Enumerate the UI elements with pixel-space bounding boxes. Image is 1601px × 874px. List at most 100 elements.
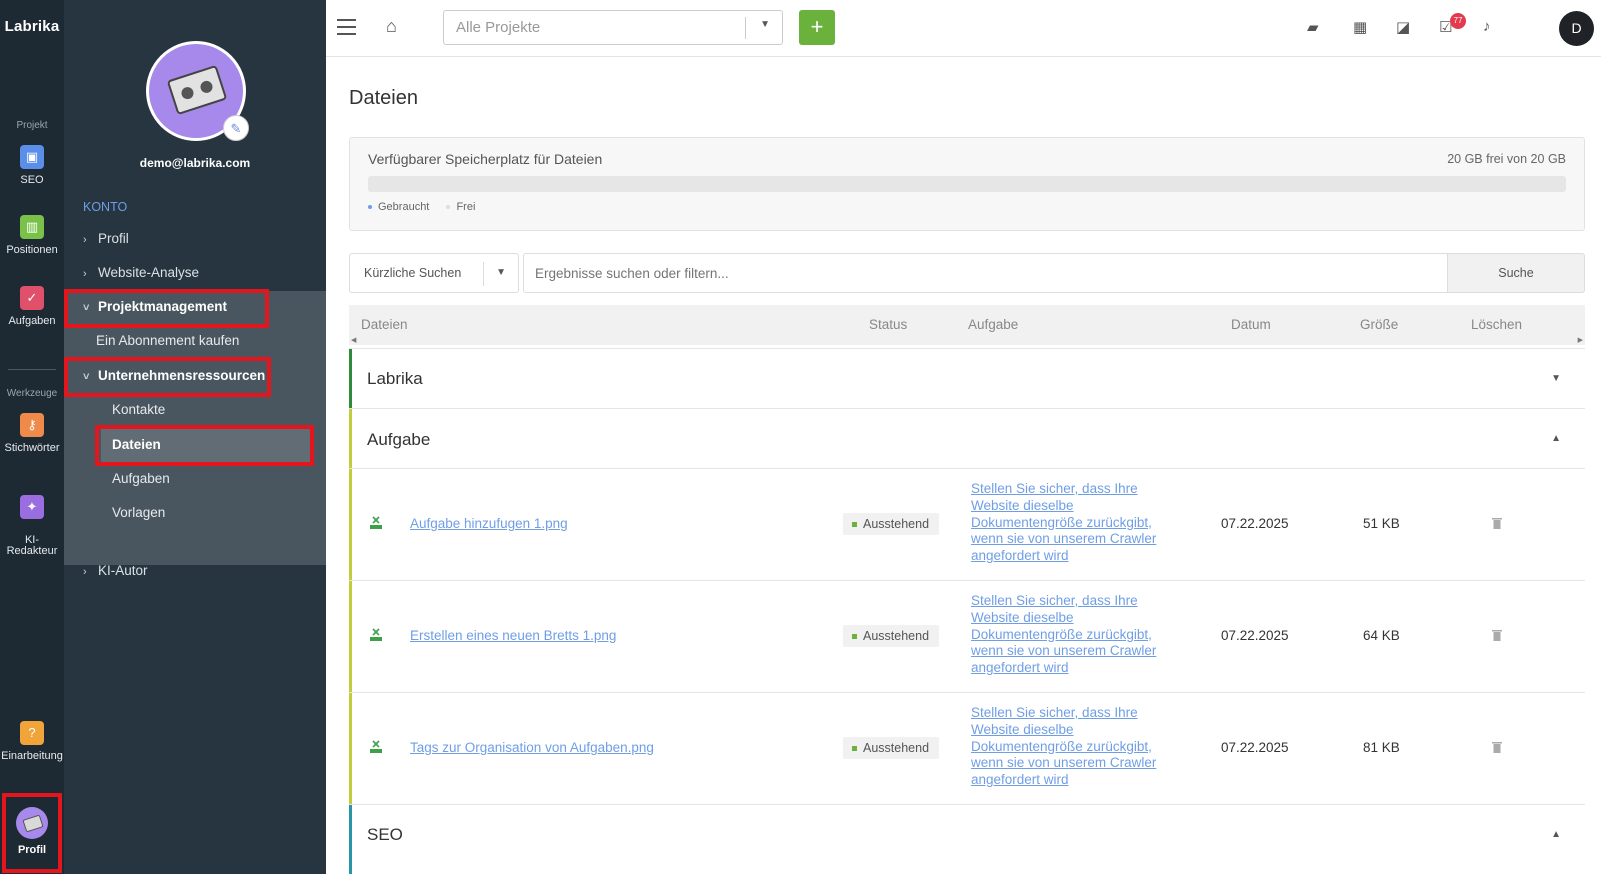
file-link[interactable]: Tags zur Organisation von Aufgaben.png bbox=[410, 740, 654, 755]
group-aufgabe[interactable]: Aufgabe ▲ bbox=[349, 408, 1585, 469]
search-row: Kürzliche Suchen ▼ Suche bbox=[349, 253, 1585, 293]
status-badge: Ausstehend bbox=[843, 625, 940, 647]
user-avatar[interactable]: D bbox=[1559, 11, 1594, 46]
table-row: Tags zur Organisation von Aufgaben.png A… bbox=[349, 692, 1585, 805]
file-link[interactable]: Aufgabe hinzufugen 1.png bbox=[410, 516, 568, 531]
user-email: demo@labrika.com bbox=[139, 156, 251, 170]
key-icon: ⚷ bbox=[20, 413, 44, 437]
legend-used-label: Gebraucht bbox=[378, 201, 430, 213]
search-input[interactable] bbox=[523, 253, 1447, 293]
rail-item-label: Aufgaben bbox=[8, 315, 56, 327]
scroll-right-icon[interactable]: ▶ bbox=[1578, 336, 1583, 344]
legend-free-label: Frei bbox=[456, 201, 476, 213]
file-date: 07.22.2025 bbox=[1221, 740, 1289, 755]
profile-avatar[interactable]: ✎ bbox=[146, 41, 249, 141]
file-size: 64 KB bbox=[1363, 628, 1400, 643]
rail-divider bbox=[8, 369, 56, 370]
bell-icon[interactable]: ♪ bbox=[1483, 18, 1491, 35]
sidebar-item-website-analyse[interactable]: › Website-Analyse bbox=[83, 265, 199, 280]
table-row: Erstellen eines neuen Bretts 1.png Ausst… bbox=[349, 580, 1585, 693]
column-header-size[interactable]: Größe bbox=[1360, 317, 1398, 332]
image-file-icon bbox=[370, 516, 382, 529]
sidebar-item-ki-autor[interactable]: › KI-Autor bbox=[83, 563, 148, 578]
icon-rail: Labrika Projekt ▣ SEO ▥ Positionen ✓ Auf… bbox=[0, 0, 64, 874]
highlight-projektmanagement bbox=[64, 289, 269, 328]
image-file-icon bbox=[370, 628, 382, 641]
account-sidebar: ✎ demo@labrika.com KONTO › Profil › Websit… bbox=[64, 0, 326, 874]
rail-item-ai-editor[interactable]: ✦ KI- Redakteur bbox=[0, 484, 64, 557]
status-badge: Ausstehend bbox=[843, 737, 940, 759]
group-color-bar bbox=[349, 349, 352, 409]
rail-item-label: SEO bbox=[20, 174, 44, 186]
sidebar-item-aufgaben[interactable]: Aufgaben bbox=[112, 471, 170, 486]
add-button[interactable]: + bbox=[799, 10, 835, 45]
chevron-down-icon: ▼ bbox=[760, 19, 770, 30]
sidebar-item-label: Website-Analyse bbox=[98, 265, 200, 280]
task-link[interactable]: Stellen Sie sicher, dass Ihre Website di… bbox=[971, 705, 1161, 789]
project-select[interactable]: Alle Projekte ▼ bbox=[443, 10, 783, 45]
column-header-date[interactable]: Datum bbox=[1231, 317, 1271, 332]
sidebar-item-vorlagen[interactable]: Vorlagen bbox=[112, 505, 165, 520]
chevron-up-icon[interactable]: ▲ bbox=[1551, 829, 1561, 840]
group-color-bar bbox=[349, 581, 352, 693]
chevron-up-icon[interactable]: ▲ bbox=[1551, 433, 1561, 444]
rail-item-keywords[interactable]: ⚷ Stichwörter bbox=[0, 413, 64, 454]
rail-item-positions[interactable]: ▥ Positionen bbox=[0, 215, 64, 256]
rail-item-profile[interactable]: Profil bbox=[2, 793, 62, 873]
legend-free-dot bbox=[446, 205, 451, 210]
group-seo[interactable]: SEO ▲ bbox=[349, 804, 1585, 874]
table-header: Dateien Status Aufgabe Datum Größe Lösch… bbox=[349, 305, 1585, 345]
group-color-bar bbox=[349, 693, 352, 805]
file-link[interactable]: Erstellen eines neuen Bretts 1.png bbox=[410, 628, 616, 643]
notification-count-badge: 77 bbox=[1450, 13, 1466, 29]
group-name: Labrika bbox=[367, 369, 423, 388]
home-icon[interactable]: ⌂ bbox=[386, 16, 397, 37]
group-name: SEO bbox=[367, 825, 403, 844]
trash-icon[interactable] bbox=[1492, 517, 1502, 529]
rail-group-project: Projekt bbox=[16, 120, 48, 131]
checkmark-icon: ✓ bbox=[20, 286, 44, 310]
group-labrika[interactable]: Labrika ▼ bbox=[349, 348, 1585, 409]
file-date: 07.22.2025 bbox=[1221, 628, 1289, 643]
top-bar: ⌂ Alle Projekte ▼ + ▰ ▦ ◪ ☑ 77 ♪ D bbox=[326, 0, 1601, 57]
sidebar-item-abonnement[interactable]: Ein Abonnement kaufen bbox=[96, 333, 239, 348]
file-size: 81 KB bbox=[1363, 740, 1400, 755]
status-badge: Ausstehend bbox=[843, 513, 940, 535]
calendar-icon[interactable]: ▦ bbox=[1353, 18, 1367, 36]
app-logo[interactable]: Labrika bbox=[0, 18, 64, 35]
seo-icon: ▣ bbox=[20, 145, 44, 169]
column-header-task[interactable]: Aufgabe bbox=[968, 317, 1018, 332]
chevron-down-icon: ▼ bbox=[496, 267, 506, 278]
sidebar-item-kontakte[interactable]: Kontakte bbox=[112, 402, 165, 417]
cassette-icon bbox=[166, 64, 228, 116]
hamburger-menu-icon[interactable] bbox=[337, 19, 356, 35]
table-row: Aufgabe hinzufugen 1.png Ausstehend Stel… bbox=[349, 468, 1585, 581]
sidebar-item-label: Profil bbox=[98, 231, 129, 246]
rail-item-onboarding[interactable]: ? Einarbeitung bbox=[0, 721, 64, 762]
chart-icon: ▥ bbox=[20, 215, 44, 239]
trash-icon[interactable] bbox=[1492, 741, 1502, 753]
column-header-status[interactable]: Status bbox=[869, 317, 907, 332]
task-link[interactable]: Stellen Sie sicher, dass Ihre Website di… bbox=[971, 593, 1161, 677]
chat-icon[interactable]: ◪ bbox=[1396, 18, 1410, 36]
scroll-left-icon[interactable]: ◀ bbox=[351, 336, 356, 344]
column-header-delete[interactable]: Löschen bbox=[1471, 317, 1522, 332]
chevron-right-icon: › bbox=[83, 566, 87, 578]
sidebar-item-profil[interactable]: › Profil bbox=[83, 231, 129, 246]
column-header-files[interactable]: Dateien bbox=[361, 317, 408, 332]
rail-item-label: Stichwörter bbox=[4, 442, 60, 454]
select-separator bbox=[745, 17, 746, 39]
sidebar-item-label: KI-Autor bbox=[98, 563, 148, 578]
chevron-down-icon[interactable]: ▼ bbox=[1551, 373, 1561, 384]
magic-wand-icon: ✦ bbox=[20, 495, 44, 519]
group-name: Aufgabe bbox=[367, 430, 431, 449]
trash-icon[interactable] bbox=[1492, 629, 1502, 641]
search-button[interactable]: Suche bbox=[1447, 253, 1585, 293]
rail-item-tasks[interactable]: ✓ Aufgaben bbox=[0, 286, 64, 327]
briefcase-icon[interactable]: ▰ bbox=[1307, 18, 1319, 36]
task-link[interactable]: Stellen Sie sicher, dass Ihre Website di… bbox=[971, 481, 1161, 565]
pencil-icon[interactable]: ✎ bbox=[223, 115, 249, 141]
rail-item-seo[interactable]: ▣ SEO bbox=[0, 145, 64, 186]
recent-searches-dropdown[interactable]: Kürzliche Suchen ▼ bbox=[349, 253, 519, 293]
rail-item-label: Einarbeitung bbox=[1, 750, 63, 762]
